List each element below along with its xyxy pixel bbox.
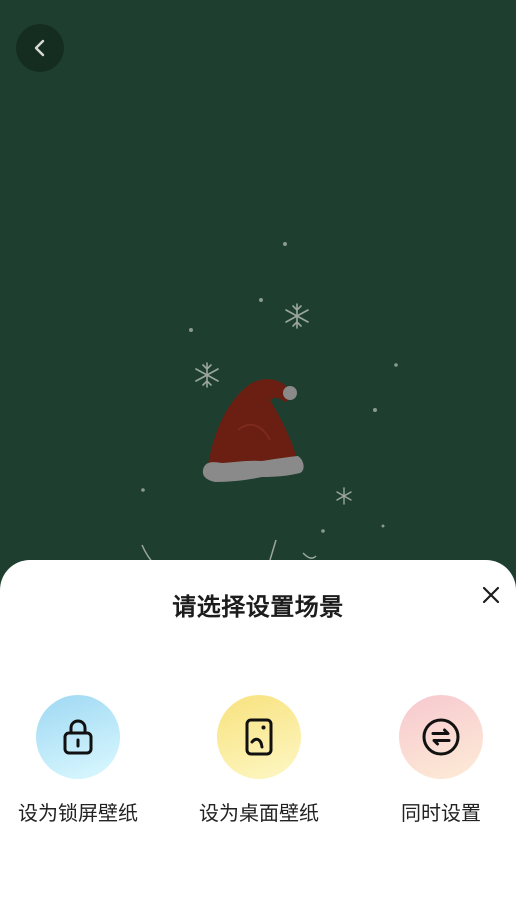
close-icon (482, 586, 500, 604)
sheet-title: 请选择设置场景 (172, 593, 344, 621)
option-label: 同时设置 (401, 801, 481, 825)
option-icon-circle (217, 695, 301, 779)
chevron-left-icon (34, 39, 45, 57)
back-button[interactable] (16, 24, 64, 72)
option-icon-circle (399, 695, 483, 779)
phone-screen-icon (245, 718, 273, 756)
lock-icon (63, 719, 93, 755)
snowflake-icon (285, 303, 309, 329)
snowflake-icon (195, 362, 219, 388)
set-both-option[interactable]: 同时设置 (361, 695, 516, 828)
snowflake-icon (336, 487, 352, 505)
option-label: 设为锁屏壁纸 (18, 801, 138, 825)
swap-arrows-icon (422, 718, 460, 756)
close-button[interactable] (474, 578, 508, 612)
set-homescreen-option[interactable]: 设为桌面壁纸 (179, 695, 339, 828)
set-lockscreen-option[interactable]: 设为锁屏壁纸 (0, 695, 158, 828)
option-icon-circle (36, 695, 120, 779)
option-label: 设为桌面壁纸 (199, 801, 319, 825)
